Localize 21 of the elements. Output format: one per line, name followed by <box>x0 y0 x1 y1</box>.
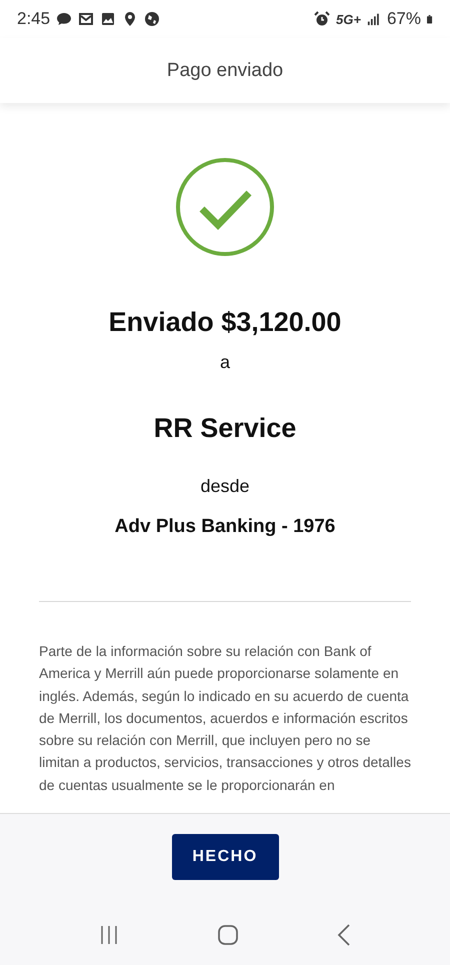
mail-icon <box>78 11 94 27</box>
recent-apps-icon[interactable] <box>99 925 119 945</box>
back-icon[interactable] <box>337 924 351 946</box>
battery-level: 67% <box>386 9 421 29</box>
payee-name: RR Service <box>154 413 296 444</box>
chat-icon <box>56 11 72 27</box>
from-label: desde <box>200 476 250 497</box>
to-label: a <box>220 352 230 373</box>
alarm-icon <box>314 11 330 27</box>
network-type: 5G+ <box>336 12 361 26</box>
done-button[interactable]: HECHO <box>172 834 278 880</box>
amount-sent: Enviado $3,120.00 <box>108 307 342 338</box>
check-circle-icon <box>175 157 275 257</box>
page-title: Pago enviado <box>166 60 284 82</box>
image-icon <box>100 11 116 27</box>
time: 2:45 <box>17 9 50 29</box>
home-icon[interactable] <box>217 924 239 946</box>
disclaimer-text: Parte de la información sobre su relación con Bank of America y Merrill aún puede proporcionarse solamente en inglés. Además, según lo indicado en su acuerdo de cuenta de Merrill, los documentos, acuerdos e información escritos sobre su relación con Merrill, que incluyen pero no se limitan a productos, servicios, transacciones y otros detalles de cuentas usualmente se le proporcionarán en <box>39 642 411 795</box>
globe-icon <box>144 11 160 27</box>
account-name: Adv Plus Banking - 1976 <box>114 516 336 538</box>
signal-icon <box>366 11 381 27</box>
